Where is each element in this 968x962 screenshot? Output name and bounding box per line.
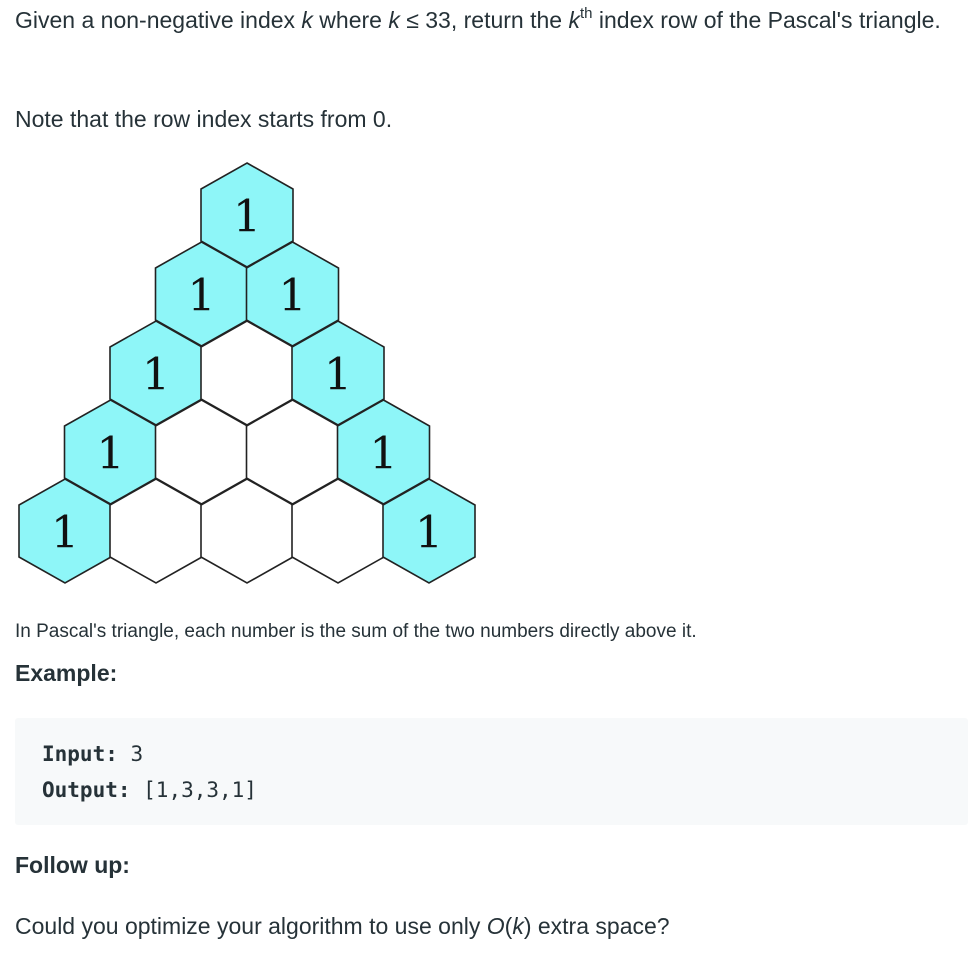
input-label: Input: <box>42 742 118 766</box>
hex-cell-value: 1 <box>370 429 398 480</box>
output-label: Output: <box>42 778 131 802</box>
hex-cell-value: 1 <box>279 271 307 322</box>
hex-cell-value: 1 <box>97 429 125 480</box>
input-value: 3 <box>117 742 144 766</box>
followup-paragraph: Could you optimize your algorithm to use… <box>15 909 670 944</box>
followup-text-1: Could you optimize your algorithm to use… <box>15 913 487 939</box>
hex-cell-value: 1 <box>233 192 261 243</box>
example-code-block: Input: 3 Output: [1,3,3,1] <box>15 718 968 825</box>
followup-text-2: extra space? <box>531 913 670 939</box>
hex-cell-value: 1 <box>324 350 352 401</box>
hex-cell-value: 1 <box>142 350 170 401</box>
figure-caption: In Pascal's triangle, each number is the… <box>15 621 697 642</box>
output-value: [1,3,3,1] <box>130 778 257 802</box>
example-input-line: Input: 3 <box>42 739 143 769</box>
var-k: k <box>512 913 524 939</box>
example-heading: Example: <box>15 660 118 686</box>
pascal-triangle-figure: 11 11 11 11 1 <box>18 162 476 584</box>
hex-cell-value: 1 <box>188 271 216 322</box>
example-output-line: Output: [1,3,3,1] <box>42 775 257 805</box>
big-o: O <box>486 913 505 939</box>
followup-heading: Follow up: <box>15 852 130 878</box>
hex-cell-value: 1 <box>415 508 443 559</box>
hex-cell-value: 1 <box>51 508 79 559</box>
